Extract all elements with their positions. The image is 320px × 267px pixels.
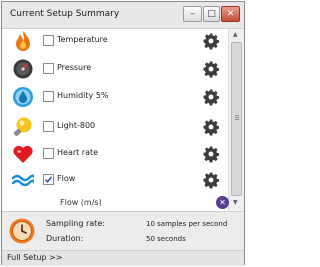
vertical-scrollbar[interactable]: ▲ ▼	[228, 29, 244, 210]
summary-panel: Sampling rate: 10 samples per second Dur…	[2, 211, 244, 250]
sampling-rate-label: Sampling rate:	[46, 219, 105, 228]
minimize-button[interactable]: –	[183, 6, 202, 22]
sensor-row-pressure: Pressure	[2, 58, 228, 80]
sensor-row-temperature: Temperature	[2, 30, 228, 52]
pressure-checkbox[interactable]	[43, 63, 54, 74]
sensor-label-temperature: Temperature	[57, 35, 108, 44]
sensor-label-heart-rate: Heart rate	[57, 148, 99, 157]
sensor-label-pressure: Pressure	[57, 63, 92, 72]
waves-icon	[12, 174, 34, 187]
gear-icon[interactable]	[202, 88, 220, 106]
gear-icon[interactable]	[202, 32, 220, 50]
lightbulb-icon	[13, 117, 32, 137]
droplet-icon	[13, 87, 33, 107]
light-checkbox[interactable]	[43, 121, 54, 132]
gear-icon[interactable]	[202, 145, 220, 163]
scrollbar-thumb[interactable]	[231, 42, 242, 196]
heart-rate-checkbox[interactable]	[43, 148, 54, 159]
scroll-up-arrow-icon[interactable]: ▲	[233, 31, 238, 38]
checkmark-icon	[44, 176, 53, 183]
sensor-label-humidity: Humidity 5%	[57, 91, 109, 100]
temperature-checkbox[interactable]	[43, 35, 54, 46]
flow-checkbox[interactable]	[43, 174, 54, 185]
sensor-list: Temperature Pressure Humidity 5% Light-8…	[2, 29, 228, 210]
humidity-checkbox[interactable]	[43, 91, 54, 102]
title-bar[interactable]: Current Setup Summary – □ ✕	[2, 2, 244, 29]
flame-icon	[16, 31, 30, 51]
clock-icon[interactable]	[9, 218, 35, 244]
flow-channel-row: Flow (m/s)	[2, 195, 228, 211]
sensor-row-light: Light-800	[2, 116, 228, 138]
sensor-label-light: Light-800	[57, 121, 96, 130]
duration-value: 50 seconds	[146, 235, 186, 243]
scrollbar-grip-icon	[235, 115, 239, 116]
duration-label: Duration:	[46, 234, 84, 243]
remove-flow-button[interactable]: ✕	[216, 196, 229, 209]
close-button[interactable]: ✕	[221, 6, 240, 22]
scroll-down-arrow-icon[interactable]: ▼	[233, 199, 238, 206]
heart-icon	[13, 145, 33, 163]
gear-icon[interactable]	[202, 118, 220, 136]
gauge-icon	[13, 59, 33, 79]
flow-channel-label: Flow (m/s)	[60, 198, 102, 207]
sampling-rate-value: 10 samples per second	[146, 220, 228, 228]
sensor-row-humidity: Humidity 5%	[2, 86, 228, 108]
gear-icon[interactable]	[202, 60, 220, 78]
sensor-row-flow: Flow	[2, 169, 228, 191]
sensor-row-heart-rate: Heart rate	[2, 143, 228, 165]
setup-summary-window: Current Setup Summary – □ ✕ Temperature	[1, 1, 245, 266]
gear-icon[interactable]	[202, 171, 220, 189]
maximize-button[interactable]: □	[203, 6, 220, 22]
full-setup-link[interactable]: Full Setup >>	[7, 253, 62, 262]
window-title: Current Setup Summary	[10, 9, 120, 19]
footer-bar: Full Setup >>	[2, 250, 244, 266]
sensor-label-flow: Flow	[57, 174, 76, 183]
